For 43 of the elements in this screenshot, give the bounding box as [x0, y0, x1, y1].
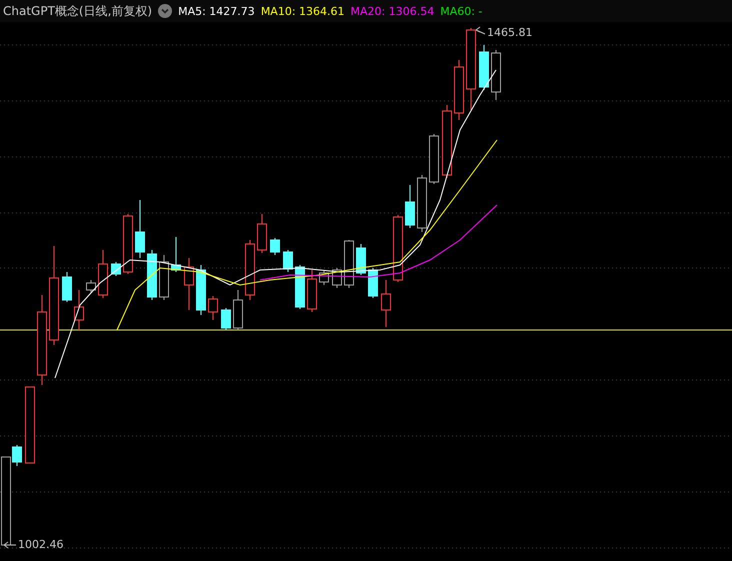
- high-price-label: 1465.81: [487, 26, 532, 39]
- candlestick: [368, 268, 378, 298]
- moving-average-legend: MA5: 1427.73: [178, 4, 255, 18]
- candlestick: [381, 280, 391, 328]
- candlestick: [307, 270, 317, 312]
- chart-title: ChatGPT概念(日线,前复权): [3, 2, 152, 20]
- candlestick: [270, 238, 280, 256]
- candlestick: [491, 50, 501, 100]
- candlestick: [208, 296, 218, 320]
- candlestick: [295, 264, 305, 310]
- candlestick: [147, 250, 157, 300]
- candlestick: [283, 250, 293, 272]
- candlestick: [159, 254, 169, 300]
- candlestick: [62, 272, 72, 302]
- candlestick: [417, 174, 427, 232]
- candlestick: [111, 262, 121, 276]
- candlestick: [479, 44, 489, 90]
- arrow-icon: [476, 26, 486, 34]
- candlestick: [344, 240, 354, 288]
- arrow-icon: [4, 542, 16, 548]
- candlestick: [74, 290, 84, 330]
- candlestick: [356, 244, 366, 276]
- moving-average-legend: MA20: 1306.54: [350, 4, 434, 18]
- moving-average-legend: MA60: -: [440, 4, 482, 18]
- candlestick: [86, 280, 96, 294]
- candlestick: [135, 200, 145, 258]
- candlestick: [171, 236, 181, 272]
- candlestick: [257, 214, 267, 254]
- candlestick: [98, 250, 108, 298]
- candlestick: [184, 258, 194, 310]
- candlestick: [196, 264, 206, 316]
- candlestick: [233, 290, 243, 330]
- candlestick: [454, 60, 464, 120]
- candlestick: [221, 308, 231, 330]
- dropdown-icon[interactable]: [158, 4, 172, 18]
- candlestick: [319, 270, 329, 286]
- candlestick: [393, 214, 403, 282]
- candlestick: [245, 240, 255, 300]
- candlestick: [123, 214, 133, 274]
- candlestick: [429, 134, 439, 184]
- low-price-label: 1002.46: [18, 538, 64, 551]
- candlestick: [405, 184, 415, 228]
- moving-average-legend: MA10: 1364.61: [260, 4, 345, 18]
